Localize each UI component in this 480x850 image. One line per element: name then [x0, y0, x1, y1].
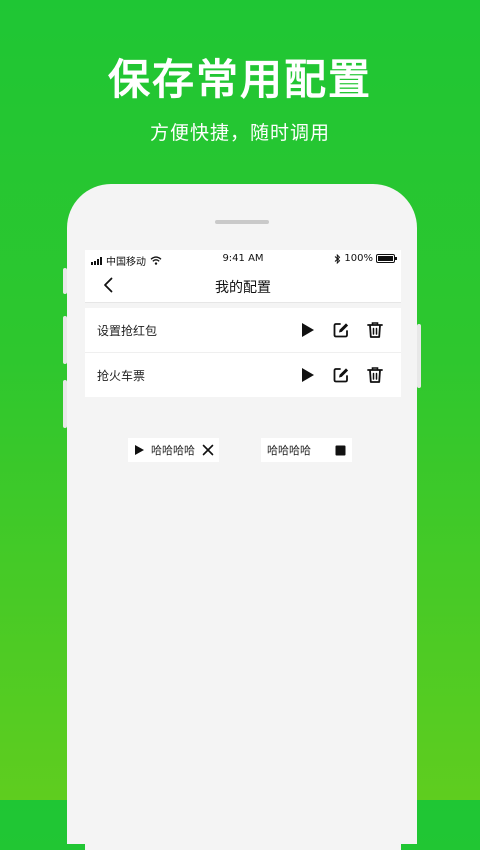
config-row[interactable]: 抢火车票	[85, 353, 401, 397]
floating-player-label: 哈哈哈哈	[151, 444, 195, 457]
config-label: 设置抢红包	[97, 324, 158, 338]
floating-player-label: 哈哈哈哈	[267, 444, 311, 457]
edit-icon[interactable]	[331, 365, 351, 385]
stop-icon[interactable]	[335, 445, 346, 456]
close-icon[interactable]	[202, 444, 214, 456]
phone-volume-down	[63, 380, 67, 428]
play-icon[interactable]	[134, 444, 145, 456]
phone-volume-up	[63, 316, 67, 364]
phone-power-button	[417, 324, 421, 388]
play-icon[interactable]	[297, 320, 317, 340]
floating-player-playing: 哈哈哈哈	[128, 438, 219, 462]
trash-icon[interactable]	[365, 320, 385, 340]
play-icon[interactable]	[297, 365, 317, 385]
battery-icon	[376, 254, 397, 263]
phone-mockup: 中国移动 9:41 AM 100% 我的配置 设置抢红包 抢火车票 哈哈哈哈 哈…	[63, 184, 421, 850]
bluetooth-icon	[335, 253, 341, 264]
floating-player-stopped: 哈哈哈哈	[261, 438, 352, 462]
config-label: 抢火车票	[97, 369, 146, 383]
config-row[interactable]: 设置抢红包	[85, 308, 401, 353]
status-bar: 中国移动 9:41 AM 100%	[85, 250, 401, 268]
trash-icon[interactable]	[365, 365, 385, 385]
config-list: 设置抢红包 抢火车票	[85, 308, 401, 397]
promo-subline: 方便快捷，随时调用	[149, 122, 330, 144]
app-screen: 中国移动 9:41 AM 100% 我的配置 设置抢红包 抢火车票 哈哈哈哈 哈…	[85, 250, 401, 850]
phone-speaker	[215, 220, 269, 224]
phone-mute-switch	[63, 268, 67, 294]
battery-percent: 100%	[344, 253, 373, 264]
nav-bar: 我的配置	[85, 268, 401, 303]
page-title: 我的配置	[215, 280, 271, 296]
edit-icon[interactable]	[331, 320, 351, 340]
promo-headline: 保存常用配置	[107, 55, 372, 104]
